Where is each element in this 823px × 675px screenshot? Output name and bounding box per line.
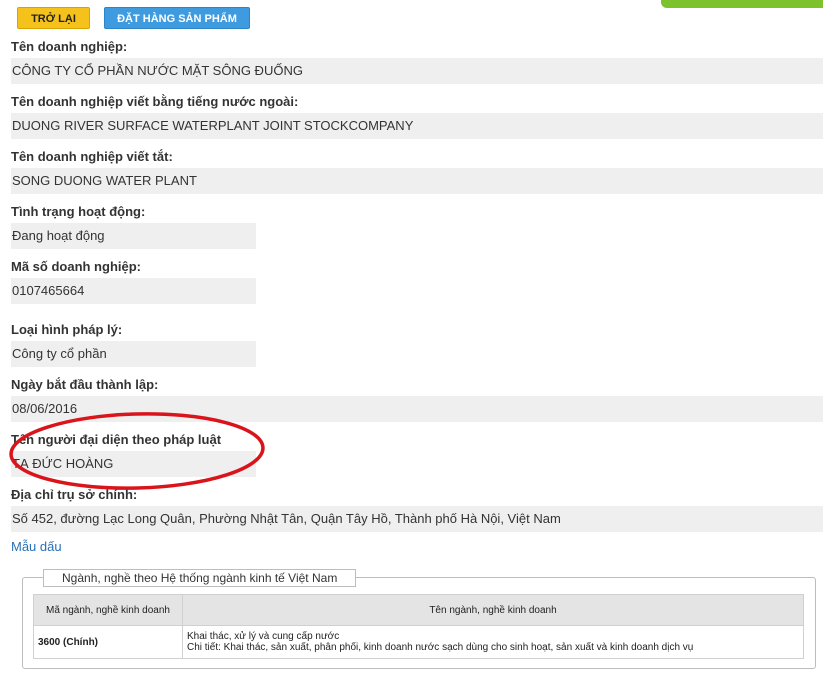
industry-legend: Ngành, nghề theo Hệ thống ngành kinh tế … xyxy=(43,569,357,587)
field-legal-type: Loại hình pháp lý: Công ty cổ phần xyxy=(11,321,256,367)
column-header-code: Mã ngành, nghề kinh doanh xyxy=(33,594,183,626)
industry-name-line: Khai thác, xử lý và cung cấp nước xyxy=(187,631,340,642)
field-label: Mã số doanh nghiệp: xyxy=(11,259,141,274)
field-label: Loại hình pháp lý: xyxy=(11,322,123,337)
table-row: 3600 (Chính) Khai thác, xử lý và cung cấ… xyxy=(33,625,804,659)
industry-code-cell: 3600 (Chính) xyxy=(33,625,183,659)
field-tax-code: Mã số doanh nghiệp: 0107465664 xyxy=(11,258,256,304)
field-foreign-name: Tên doanh nghiệp viết bằng tiếng nước ng… xyxy=(11,93,823,139)
industry-table: Mã ngành, nghề kinh doanh Tên ngành, ngh… xyxy=(33,594,804,659)
field-label: Tên người đại diện theo pháp luật xyxy=(11,432,222,447)
field-value: Đang hoạt động xyxy=(11,223,256,249)
industry-fieldset: Ngành, nghề theo Hệ thống ngành kinh tế … xyxy=(22,569,816,669)
field-company-name: Tên doanh nghiệp: CÔNG TY CỔ PHẦN NƯỚC M… xyxy=(11,38,823,84)
field-legal-representative: Tên người đại diện theo pháp luật TẠ ĐỨC… xyxy=(11,431,256,477)
top-accent-bar xyxy=(661,0,823,8)
field-value: DUONG RIVER SURFACE WATERPLANT JOINT STO… xyxy=(11,113,823,139)
industry-name-cell: Khai thác, xử lý và cung cấp nước Chi ti… xyxy=(182,625,804,659)
industry-detail-line: Chi tiết: Khai thác, sản xuất, phân phối… xyxy=(187,642,694,653)
table-header-row: Mã ngành, nghề kinh doanh Tên ngành, ngh… xyxy=(33,594,804,626)
back-button[interactable]: TRỞ LẠI xyxy=(17,7,90,29)
field-label: Địa chỉ trụ sở chính: xyxy=(11,487,138,502)
field-label: Tên doanh nghiệp: xyxy=(11,39,128,54)
field-short-name: Tên doanh nghiệp viết tắt: SONG DUONG WA… xyxy=(11,148,823,194)
order-product-button[interactable]: ĐẶT HÀNG SẢN PHẨM xyxy=(104,7,250,29)
seal-sample-link[interactable]: Mẫu dấu xyxy=(11,539,62,554)
field-label: Tên doanh nghiệp viết bằng tiếng nước ng… xyxy=(11,94,299,109)
field-founding-date: Ngày bắt đầu thành lập: 08/06/2016 xyxy=(11,376,823,422)
field-status: Tình trạng hoạt động: Đang hoạt động xyxy=(11,203,256,249)
field-label: Tình trạng hoạt động: xyxy=(11,204,146,219)
field-value: TẠ ĐỨC HOÀNG xyxy=(11,451,256,477)
field-value: 08/06/2016 xyxy=(11,396,823,422)
field-value: SONG DUONG WATER PLANT xyxy=(11,168,823,194)
column-header-name: Tên ngành, nghề kinh doanh xyxy=(182,594,804,626)
field-label: Tên doanh nghiệp viết tắt: xyxy=(11,149,173,164)
field-value: 0107465664 xyxy=(11,278,256,304)
field-label: Ngày bắt đầu thành lập: xyxy=(11,377,159,392)
field-value: CÔNG TY CỔ PHẦN NƯỚC MẶT SÔNG ĐUỐNG xyxy=(11,58,823,84)
field-value: Công ty cổ phần xyxy=(11,341,256,367)
field-head-office-address: Địa chỉ trụ sở chính: Số 452, đường Lạc … xyxy=(11,486,823,532)
field-value: Số 452, đường Lạc Long Quân, Phường Nhật… xyxy=(11,506,823,532)
